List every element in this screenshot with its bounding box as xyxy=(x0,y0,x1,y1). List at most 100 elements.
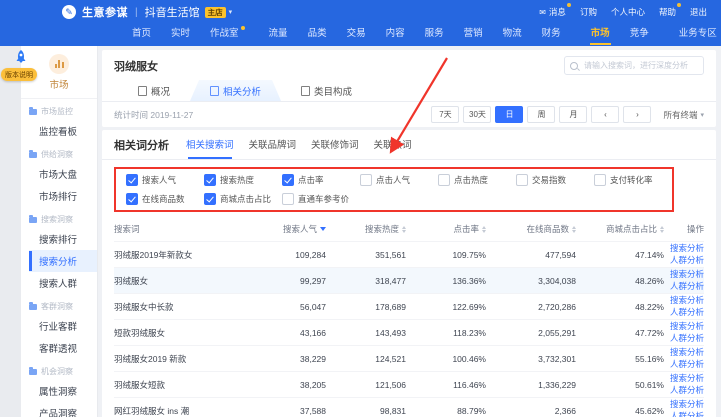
nav-item-财务[interactable]: 财务 xyxy=(532,24,571,46)
nav-item-物流[interactable]: 物流 xyxy=(493,24,532,46)
sidebar-item-产品洞察[interactable]: 产品洞察 xyxy=(21,402,97,417)
pager-prev-button[interactable]: ‹ xyxy=(591,106,619,123)
action-link-搜索分析[interactable]: 搜索分析 xyxy=(670,243,704,254)
checkbox-点击热度[interactable] xyxy=(438,174,450,186)
header-user-menu: ✉消息 订购 个人中心 帮助 退出 xyxy=(539,6,707,18)
nav-item-品类[interactable]: 品类 xyxy=(298,24,337,46)
nav-item-实时[interactable]: 实时 xyxy=(161,24,200,46)
column-header-点击率[interactable]: 点击率 xyxy=(406,223,486,235)
topbar-item-帮助[interactable]: 帮助 xyxy=(659,6,676,18)
cell-value: 109.75% xyxy=(406,250,486,260)
terminal-select-value: 所有终端 xyxy=(663,109,697,121)
sidebar-item-市场大盘[interactable]: 市场大盘 xyxy=(21,163,97,185)
metric-点击热度[interactable]: 点击热度 xyxy=(438,174,516,186)
metric-搜索热度[interactable]: 搜索热度 xyxy=(204,174,282,186)
metric-支付转化率[interactable]: 支付转化率 xyxy=(594,174,672,186)
date-button-7天[interactable]: 7天 xyxy=(431,106,459,123)
date-button-日[interactable]: 日 xyxy=(495,106,523,123)
column-header-搜索人气[interactable]: 搜索人气 xyxy=(254,223,326,235)
nav-item-竞争[interactable]: 竞争 xyxy=(620,24,659,46)
cell-value: 3,732,301 xyxy=(486,354,576,364)
action-link-人群分析[interactable]: 人群分析 xyxy=(670,359,704,370)
nav-item-服务[interactable]: 服务 xyxy=(415,24,454,46)
action-link-搜索分析[interactable]: 搜索分析 xyxy=(670,347,704,358)
tab-概况[interactable]: 概况 xyxy=(118,80,190,101)
product-title: 抖音生活馆 xyxy=(145,4,200,20)
nav-item-交易[interactable]: 交易 xyxy=(337,24,376,46)
sidebar-item-行业客群[interactable]: 行业客群 xyxy=(21,315,97,337)
subtab-关联修饰词[interactable]: 关联修饰词 xyxy=(311,137,359,153)
nav-item-市场[interactable]: 市场 xyxy=(581,24,620,46)
action-link-人群分析[interactable]: 人群分析 xyxy=(670,411,704,417)
date-button-30天[interactable]: 30天 xyxy=(463,106,491,123)
terminal-select[interactable]: 所有终端 ▾ xyxy=(663,109,704,121)
nav-item-业务专区[interactable]: 业务专区 xyxy=(669,24,721,46)
keyword-search-input[interactable] xyxy=(582,60,698,71)
column-header-商城点击占比[interactable]: 商城点击占比 xyxy=(576,223,664,235)
action-link-人群分析[interactable]: 人群分析 xyxy=(670,307,704,318)
main-area: 羽绒服女 概况相关分析类目构成 统计时间 2019-11-27 7天30天日周月… xyxy=(98,46,721,417)
related-words-card: 相关词分析 相关搜索词关联品牌词关联修饰词关联热词 搜索人气搜索热度点击率点击人… xyxy=(102,130,716,417)
action-link-搜索分析[interactable]: 搜索分析 xyxy=(670,321,704,332)
checkbox-直通车参考价[interactable] xyxy=(282,193,294,205)
checkbox-搜索人气[interactable] xyxy=(126,174,138,186)
metric-点击率[interactable]: 点击率 xyxy=(282,174,360,186)
column-header-搜索热度[interactable]: 搜索热度 xyxy=(326,223,406,235)
topbar-item-订购[interactable]: 订购 xyxy=(580,6,597,18)
notification-dot xyxy=(567,3,571,7)
action-link-人群分析[interactable]: 人群分析 xyxy=(670,255,704,266)
sidebar-item-监控看板[interactable]: 监控看板 xyxy=(21,120,97,142)
checkbox-支付转化率[interactable] xyxy=(594,174,606,186)
sidebar-item-市场排行[interactable]: 市场排行 xyxy=(21,185,97,207)
action-link-搜索分析[interactable]: 搜索分析 xyxy=(670,269,704,280)
cell-actions: 搜索分析人群分析 xyxy=(664,321,704,344)
tab-label: 相关分析 xyxy=(223,84,261,98)
action-link-人群分析[interactable]: 人群分析 xyxy=(670,281,704,292)
action-link-搜索分析[interactable]: 搜索分析 xyxy=(670,295,704,306)
topbar-item-退出[interactable]: 退出 xyxy=(690,6,707,18)
action-link-人群分析[interactable]: 人群分析 xyxy=(670,333,704,344)
checkbox-在线商品数[interactable] xyxy=(126,193,138,205)
date-button-月[interactable]: 月 xyxy=(559,106,587,123)
metric-在线商品数[interactable]: 在线商品数 xyxy=(126,193,204,205)
nav-item-首页[interactable]: 首页 xyxy=(122,24,161,46)
metric-商城点击占比[interactable]: 商城点击占比 xyxy=(204,193,282,205)
nav-item-流量[interactable]: 流量 xyxy=(259,24,298,46)
sidebar-item-搜索分析[interactable]: 搜索分析 xyxy=(21,250,97,272)
date-button-周[interactable]: 周 xyxy=(527,106,555,123)
checkbox-点击人气[interactable] xyxy=(360,174,372,186)
column-header-label: 搜索热度 xyxy=(365,223,399,235)
checkbox-交易指数[interactable] xyxy=(516,174,528,186)
metric-直通车参考价[interactable]: 直通车参考价 xyxy=(282,193,360,205)
subtab-关联品牌词[interactable]: 关联品牌词 xyxy=(249,137,297,153)
subtab-相关搜索词[interactable]: 相关搜索词 xyxy=(186,137,234,153)
sidebar-item-搜索排行[interactable]: 搜索排行 xyxy=(21,228,97,250)
pager-next-button[interactable]: › xyxy=(623,106,651,123)
checkbox-点击率[interactable] xyxy=(282,174,294,186)
nav-item-作战室[interactable]: 作战室 xyxy=(200,24,249,46)
action-link-搜索分析[interactable]: 搜索分析 xyxy=(670,373,704,384)
cell-value: 136.36% xyxy=(406,276,486,286)
tab-类目构成[interactable]: 类目构成 xyxy=(281,80,372,101)
nav-item-内容[interactable]: 内容 xyxy=(376,24,415,46)
metric-搜索人气[interactable]: 搜索人气 xyxy=(126,174,204,186)
sidebar-item-搜索人群[interactable]: 搜索人群 xyxy=(21,272,97,294)
topbar-item-个人中心[interactable]: 个人中心 xyxy=(611,6,645,18)
shop-badge[interactable]: 主店 xyxy=(205,7,226,18)
metric-交易指数[interactable]: 交易指数 xyxy=(516,174,594,186)
action-link-搜索分析[interactable]: 搜索分析 xyxy=(670,399,704,410)
nav-item-营销[interactable]: 营销 xyxy=(454,24,493,46)
keyword-title-row: 羽绒服女 xyxy=(114,56,704,75)
metric-点击人气[interactable]: 点击人气 xyxy=(360,174,438,186)
tab-相关分析[interactable]: 相关分析 xyxy=(190,80,281,101)
shop-switch-caret-icon[interactable]: ▾ xyxy=(229,8,233,16)
column-header-在线商品数[interactable]: 在线商品数 xyxy=(486,223,576,235)
version-note-badge[interactable]: 版本说明 xyxy=(1,68,37,81)
subtab-关联热词[interactable]: 关联热词 xyxy=(374,137,412,153)
topbar-item-消息[interactable]: ✉消息 xyxy=(539,6,566,18)
sidebar-item-客群透视[interactable]: 客群透视 xyxy=(21,337,97,359)
checkbox-搜索热度[interactable] xyxy=(204,174,216,186)
checkbox-商城点击占比[interactable] xyxy=(204,193,216,205)
sidebar-item-属性洞察[interactable]: 属性洞察 xyxy=(21,380,97,402)
action-link-人群分析[interactable]: 人群分析 xyxy=(670,385,704,396)
